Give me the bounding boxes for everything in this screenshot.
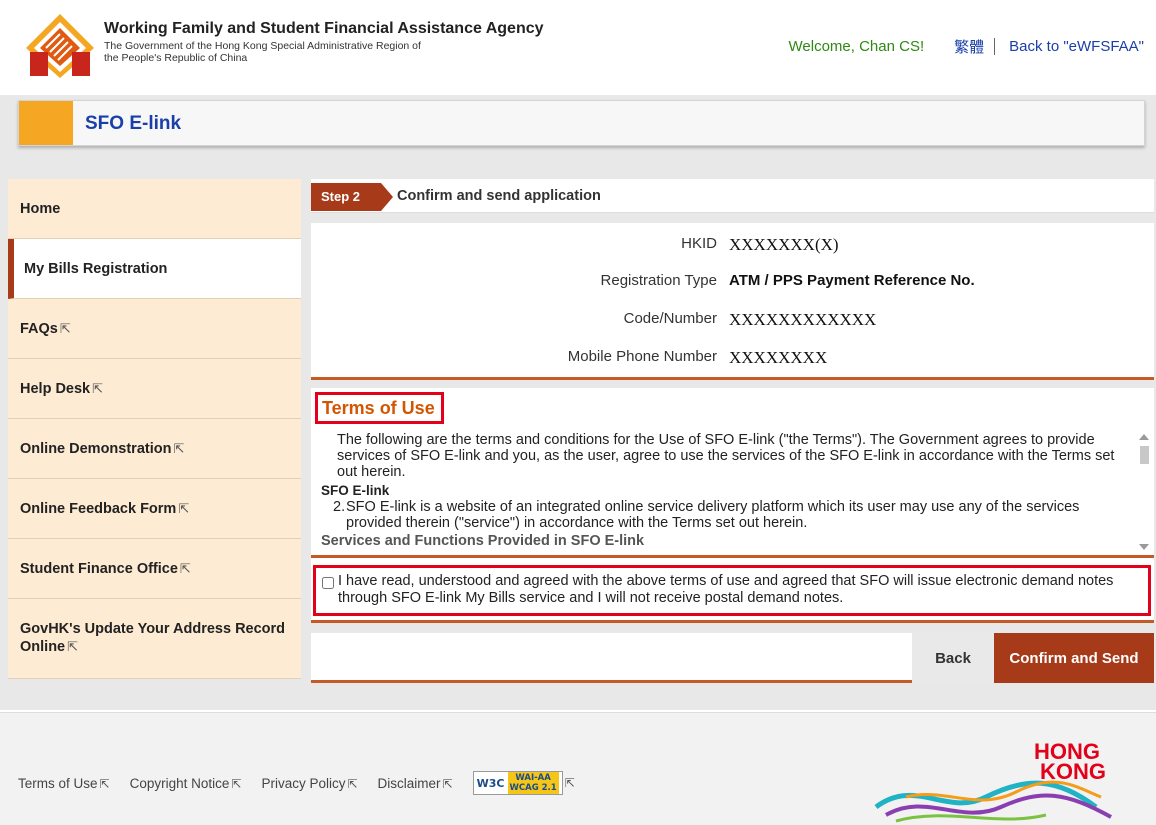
terms-heading: Terms of Use [315,392,444,424]
sidebar-item-online-feedback-form[interactable]: Online Feedback Form ⇱ [8,479,301,539]
sidebar-item-label: GovHK's Update Your Address Record Onlin… [20,621,301,656]
wcag-badge[interactable]: W3C WAI-AA WCAG 2.1 [472,771,563,795]
external-link-icon: ⇱ [99,776,110,791]
external-link-icon: ⇱ [92,380,104,396]
sidebar-item-help-desk[interactable]: Help Desk ⇱ [8,359,301,419]
back-button[interactable]: Back [912,633,994,683]
brand-text-kong: KONG [1040,759,1106,784]
sidebar-item-my-bills-registration[interactable]: My Bills Registration [8,239,301,299]
agree-checkbox[interactable] [322,577,334,589]
language-link[interactable]: 繁體 [954,36,984,57]
external-link-icon: ⇱ [442,776,453,791]
welcome-text: Welcome, Chan CS! [788,38,925,55]
wai-text: WAI-AA [515,773,551,783]
scroll-down-icon[interactable] [1139,544,1149,550]
terms-item: 2. SFO E-link is a website of an integra… [321,499,1126,531]
agreement-box[interactable]: I have read, understood and agreed with … [313,565,1151,616]
sidebar-item-label: Home [20,200,61,217]
mobile-phone-value: XXXXXXXX [729,348,828,367]
external-link-icon: ⇱ [347,776,358,791]
footer-link-terms-of-use[interactable]: Terms of Use ⇱ [18,776,110,791]
footer-link-copyright-notice[interactable]: Copyright Notice ⇱ [130,776,242,791]
terms-intro: The following are the terms and conditio… [337,432,1115,480]
agency-subtitle: The Government of the Hong Kong Special … [104,40,421,64]
footer-link-label: Copyright Notice [129,775,230,791]
footer-link-privacy-policy[interactable]: Privacy Policy ⇱ [261,776,357,791]
sidebar-item-label: Help Desk [20,380,91,397]
registration-type-value: ATM / PPS Payment Reference No. [729,272,975,289]
action-bar: Back Confirm and Send [311,633,1154,683]
sidebar-item-student-finance-office[interactable]: Student Finance Office ⇱ [8,539,301,599]
title-bar: SFO E-link [18,100,1145,146]
terms-item-text: SFO E-link is a website of an integrated… [346,499,1080,531]
wai-aa-label: WAI-AA WCAG 2.1 [507,772,559,794]
scroll-up-icon[interactable] [1139,434,1149,440]
footer-link-label: Privacy Policy [261,775,346,791]
agency-name: Working Family and Student Financial Ass… [104,20,544,37]
code-number-row: Code/Number XXXXXXXXXXXX [311,310,1154,334]
header-right: Welcome, Chan CS! 繁體 Back to "eWFSFAA" [789,36,1144,57]
hkid-value: XXXXXXX(X) [729,235,839,254]
application-summary: HKID XXXXXXX(X) Registration Type ATM / … [311,223,1154,380]
terms-of-use-panel: Terms of Use The following are the terms… [311,388,1154,558]
external-link-icon: ⇱ [59,320,71,336]
terms-item-number: 2. [333,499,346,515]
step-title: Confirm and send application [397,188,601,204]
terms-next-heading: Services and Functions Provided in SFO E… [321,533,645,549]
mobile-phone-row: Mobile Phone Number XXXXXXXX [311,348,1154,372]
registration-type-row: Registration Type ATM / PPS Payment Refe… [311,272,1154,296]
scroll-thumb[interactable] [1140,446,1149,464]
footer-link-disclaimer[interactable]: Disclaimer ⇱ [378,776,453,791]
step-bar: Step 2 Confirm and send application [311,179,1154,213]
sidebar-item-govhk-update-address[interactable]: GovHK's Update Your Address Record Onlin… [8,599,301,679]
code-number-value: XXXXXXXXXXXX [729,310,877,329]
header-divider [994,38,996,55]
sidebar-item-label: FAQs [20,320,58,337]
registration-type-label: Registration Type [600,272,717,289]
back-to-ewfsfaa-link[interactable]: Back to "eWFSFAA" [1009,38,1144,55]
sidebar-item-home[interactable]: Home [8,179,301,239]
main-panel: Step 2 Confirm and send application HKID… [311,179,1154,683]
external-link-icon: ⇱ [179,560,191,576]
step-badge: Step 2 [311,183,393,211]
w3c-logo: W3C [476,776,505,790]
sidebar-item-online-demonstration[interactable]: Online Demonstration ⇱ [8,419,301,479]
mobile-phone-label: Mobile Phone Number [567,348,717,365]
sidebar-nav: Home My Bills Registration FAQs ⇱ Help De… [8,179,301,679]
sidebar-item-faqs[interactable]: FAQs ⇱ [8,299,301,359]
footer-link-label: Disclaimer [377,775,441,791]
sidebar-item-label: Online Feedback Form [20,500,177,517]
external-link-icon: ⇱ [67,639,79,654]
hkid-row: HKID XXXXXXX(X) [311,235,1154,259]
title-accent [19,101,73,145]
agreement-section: I have read, understood and agreed with … [311,558,1154,623]
footer: Terms of Use ⇱ Copyright Notice ⇱ Privacy … [0,712,1156,825]
header: Working Family and Student Financial Ass… [0,0,1156,95]
code-number-label: Code/Number [623,310,717,327]
sidebar-item-label: Student Finance Office [20,560,178,577]
external-link-icon: ⇱ [178,500,190,516]
sidebar-item-text: GovHK's Update Your Address Record Onlin… [20,621,286,655]
terms-subheading: SFO E-link [321,483,390,498]
page-title: SFO E-link [85,113,182,134]
footer-links: Terms of Use ⇱ Copyright Notice ⇱ Privacy … [18,771,575,795]
confirm-and-send-button[interactable]: Confirm and Send [994,633,1154,683]
brand-hong-kong-logo: HONG KONG [874,739,1112,823]
terms-scrollbar[interactable] [1137,432,1151,552]
external-link-icon: ⇱ [564,776,575,790]
sidebar-item-label: Online Demonstration [20,440,172,457]
sidebar-item-label: My Bills Registration [24,260,168,277]
footer-link-label: Terms of Use [18,775,98,791]
external-link-icon: ⇱ [231,776,242,791]
terms-scroll-area[interactable]: The following are the terms and conditio… [321,432,1126,552]
external-link-icon: ⇱ [173,440,185,456]
agree-text: I have read, understood and agreed with … [338,573,1114,606]
wfsfaa-logo [26,14,94,78]
wcag-text: WCAG 2.1 [509,783,557,793]
hkid-label: HKID [681,235,717,252]
